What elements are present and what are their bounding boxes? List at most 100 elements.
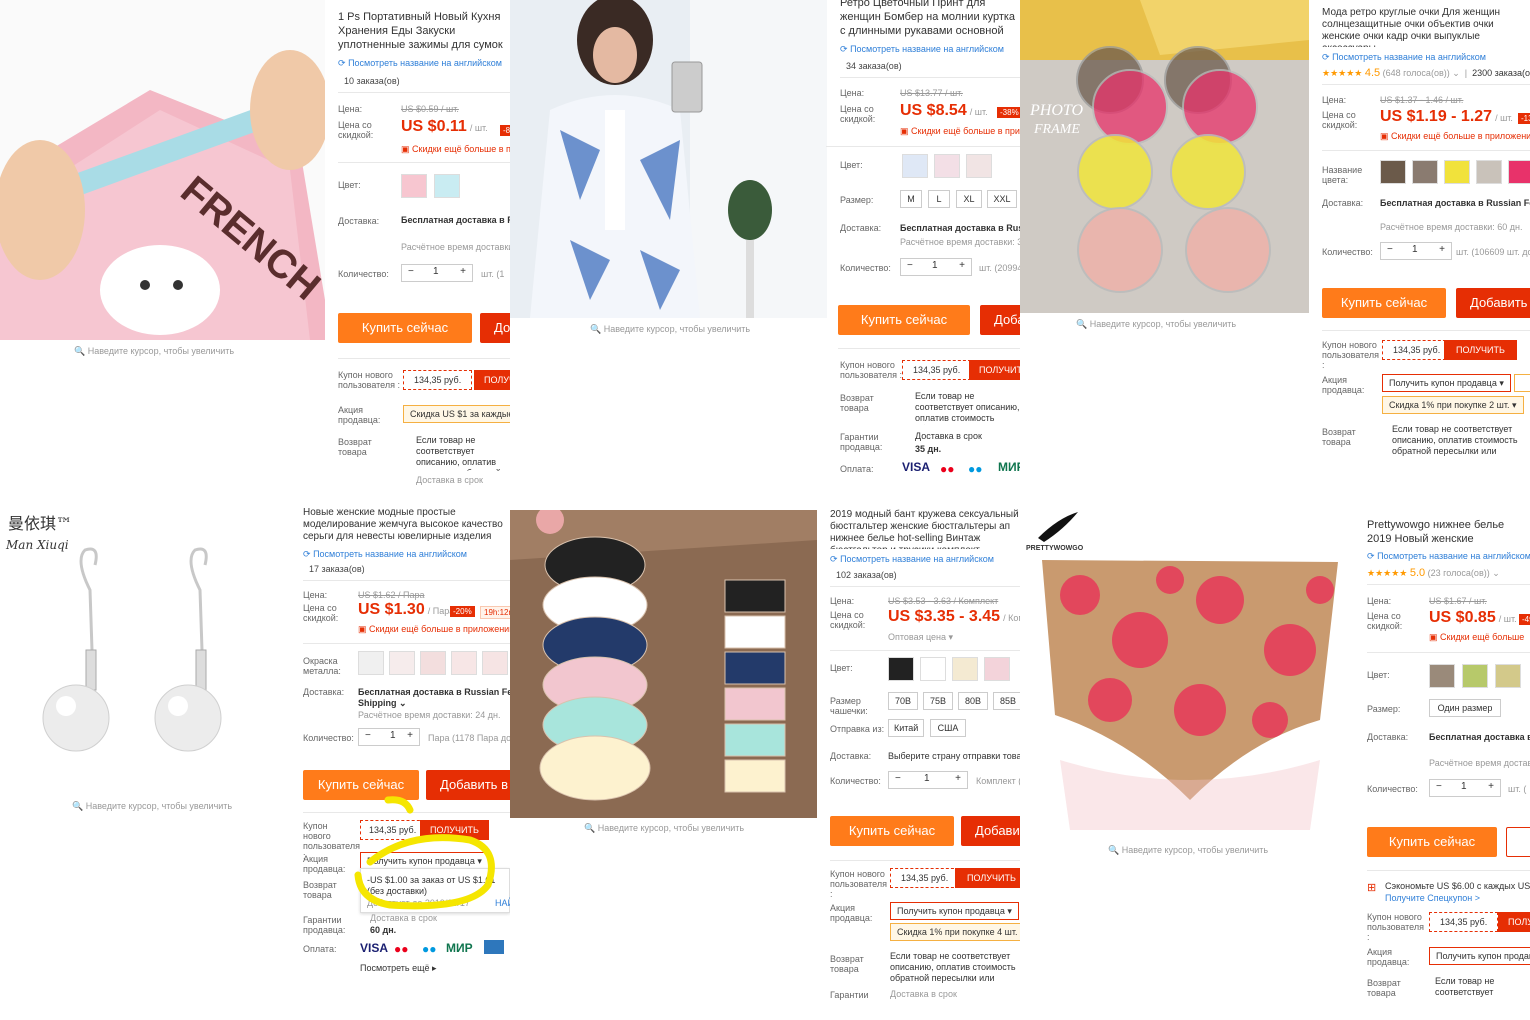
app-discount-link[interactable]: ▣ Скидки ещё больше в приложении [900, 126, 1020, 137]
size-option[interactable]: XXL [987, 190, 1017, 208]
product-photo[interactable] [510, 510, 817, 818]
see-more-link[interactable]: Посмотреть ещё ▸ [360, 963, 437, 974]
qty-value[interactable]: 1 [924, 773, 930, 784]
qty-value[interactable]: 1 [390, 730, 396, 741]
size-option[interactable]: L [928, 190, 950, 208]
buy-now-button[interactable]: Купить сейчас [338, 313, 472, 343]
add-to-cart-button[interactable] [1506, 827, 1530, 857]
qty-plus[interactable]: + [407, 730, 413, 741]
buy-now-button[interactable]: Купить сейчас [830, 816, 954, 846]
cup-size-option[interactable]: 80B [958, 692, 988, 710]
seller-coupon-button[interactable]: Получить купон продавца ▾ [890, 902, 1019, 920]
wholesale-price-link[interactable]: Оптовая цена ▾ [888, 632, 953, 643]
product-photo[interactable]: PHOTO FRAME [1020, 0, 1309, 313]
color-swatch[interactable] [1476, 160, 1502, 184]
translate-link[interactable]: ⟳ Посмотреть название на английском [840, 44, 1004, 55]
qty-minus[interactable]: − [1436, 781, 1442, 792]
get-coupon-button[interactable]: ПОЛУЧИТЬ [1444, 340, 1517, 360]
quantity-stepper[interactable]: − 1 + [1429, 779, 1501, 797]
color-swatch[interactable] [1444, 160, 1470, 184]
qty-plus[interactable]: + [959, 260, 965, 271]
color-swatch[interactable] [1508, 160, 1530, 184]
get-coupon-button[interactable]: ПОЛУЧИТЬ [969, 360, 1020, 380]
color-swatch[interactable] [966, 154, 992, 178]
color-swatch[interactable] [482, 651, 508, 675]
buy-now-button[interactable]: Купить сейчас [838, 305, 970, 335]
color-swatch[interactable] [389, 651, 415, 675]
app-discount-link[interactable]: ▣ Скидки ещё больше [1429, 632, 1524, 643]
ship-from-option[interactable]: Китай [888, 719, 924, 737]
color-swatch[interactable] [1495, 664, 1521, 688]
quantity-stepper[interactable]: − 1 + [401, 264, 473, 282]
size-option[interactable]: XL [956, 190, 982, 208]
size-label: Размер: [1367, 704, 1401, 714]
color-swatch[interactable] [1462, 664, 1488, 688]
seller-coupon-button[interactable]: Получить купон продавца ▾ [1429, 947, 1530, 965]
color-swatch[interactable] [984, 657, 1010, 681]
color-swatch[interactable] [952, 657, 978, 681]
product-photo[interactable] [510, 0, 827, 318]
add-to-cart-button[interactable]: Добавить [980, 305, 1020, 335]
add-to-cart-button[interactable]: Добавить [961, 816, 1020, 846]
qty-minus[interactable]: − [907, 260, 913, 271]
seller-coupon-button[interactable]: Получить купон продавца ▾ [1382, 374, 1511, 392]
get-coupon-button[interactable]: ПОЛУЧИТЬ [955, 868, 1020, 888]
qty-minus[interactable]: − [895, 773, 901, 784]
special-coupon-link[interactable]: Получите Спецкупон > [1385, 893, 1480, 903]
product-photo[interactable]: FRENCH [0, 0, 325, 340]
translate-link[interactable]: ⟳ Посмотреть название на английском [1322, 52, 1486, 63]
qty-label: Количество: [1367, 784, 1418, 794]
color-swatch[interactable] [1380, 160, 1406, 184]
translate-link[interactable]: ⟳ Посмотреть название на английском [830, 554, 994, 565]
color-swatch[interactable] [420, 651, 446, 675]
qty-minus[interactable]: − [408, 266, 414, 277]
qty-plus[interactable]: + [955, 773, 961, 784]
add-to-cart-button[interactable]: Добавить [480, 313, 510, 343]
color-swatch[interactable] [920, 657, 946, 681]
size-option[interactable]: Один размер [1429, 699, 1501, 717]
translate-link[interactable]: ⟳ Посмотреть название на английском [303, 549, 467, 560]
qty-minus[interactable]: − [365, 730, 371, 741]
quantity-stepper[interactable]: − 1 + [900, 258, 972, 276]
translate-link[interactable]: ⟳ Посмотреть название на английском [338, 58, 502, 69]
color-swatch[interactable] [358, 651, 384, 675]
app-discount-link[interactable]: ▣ Скидки ещё больше в приложении [401, 144, 510, 155]
qty-value[interactable]: 1 [1412, 244, 1418, 255]
get-coupon-button[interactable]: ПОЛУЧИТЬ [474, 370, 510, 390]
color-swatch[interactable] [401, 174, 427, 198]
seller-coupon-button-2[interactable] [1514, 374, 1530, 392]
add-to-cart-button[interactable]: Добавить в корзину [1456, 288, 1530, 318]
color-swatch[interactable] [902, 154, 928, 178]
cup-size-option[interactable]: 75B [923, 692, 953, 710]
seller-promo-tag[interactable]: Скидка 1% при покупке 4 шт. ▾ [890, 923, 1020, 941]
cup-size-option[interactable]: 85B [993, 692, 1020, 710]
app-discount-link[interactable]: ▣ Скидки ещё больше в приложении [1380, 131, 1530, 142]
color-swatch[interactable] [1429, 664, 1455, 688]
qty-value[interactable]: 1 [1461, 781, 1467, 792]
color-swatch[interactable] [451, 651, 477, 675]
get-coupon-button[interactable]: ПОЛУ [1498, 912, 1530, 932]
quantity-stepper[interactable]: − 1 + [1380, 242, 1452, 260]
qty-value[interactable]: 1 [932, 260, 938, 271]
translate-link[interactable]: ⟳ Посмотреть название на английском [1367, 551, 1530, 562]
qty-plus[interactable]: + [1439, 244, 1445, 255]
qty-plus[interactable]: + [1488, 781, 1494, 792]
color-swatch[interactable] [934, 154, 960, 178]
qty-minus[interactable]: − [1387, 244, 1393, 255]
cup-size-option[interactable]: 70B [888, 692, 918, 710]
seller-promo-tag[interactable]: Скидка 1% при покупке 2 шт. ▾ [1382, 396, 1524, 414]
size-option[interactable]: M [900, 190, 922, 208]
color-swatch[interactable] [1412, 160, 1438, 184]
qty-value[interactable]: 1 [433, 266, 439, 277]
qty-plus[interactable]: + [460, 266, 466, 277]
seller-promo-tag[interactable]: Скидка US $1 за каждые [403, 405, 510, 423]
app-discount-link[interactable]: ▣ Скидки ещё больше в приложении ▾ [358, 624, 510, 635]
buy-now-button[interactable]: Купить сейчас [1322, 288, 1446, 318]
quantity-stepper[interactable]: − 1 + [358, 728, 420, 746]
quantity-stepper[interactable]: − 1 + [888, 771, 968, 789]
color-swatch[interactable] [888, 657, 914, 681]
buy-now-button[interactable]: Купить сейчас [1367, 827, 1497, 857]
shipping-method[interactable]: Shipping ⌄ [358, 698, 407, 709]
ship-from-option[interactable]: США [930, 719, 966, 737]
color-swatch[interactable] [434, 174, 460, 198]
